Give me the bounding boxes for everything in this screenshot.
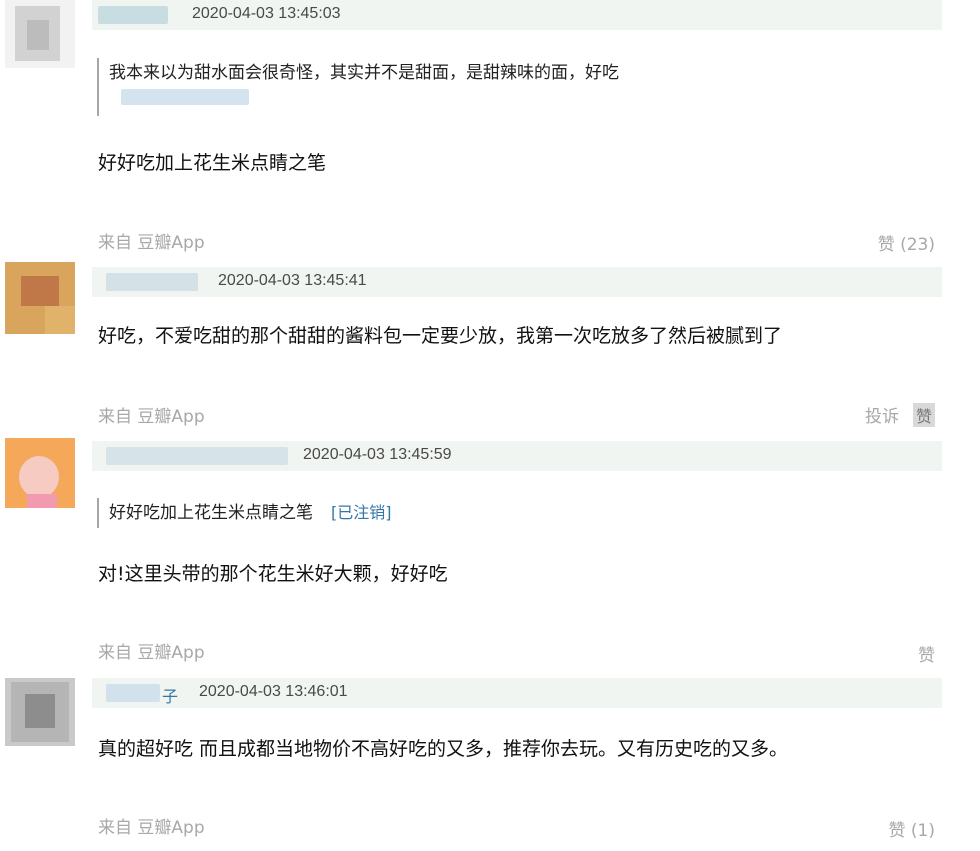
report-link[interactable]: 投诉 — [865, 407, 899, 427]
comment-header: 2020-04-03 13:45:59 — [92, 441, 942, 471]
comment-item: 2020-04-03 13:45:59 好好吃加上花生米点睛之笔 [已注销] 对!… — [0, 438, 980, 678]
username[interactable] — [106, 684, 160, 702]
comment-actions: 投诉赞 — [865, 402, 935, 427]
vote-button[interactable]: 赞 — [912, 403, 935, 427]
comment-text: 好吃，不爱吃甜的那个甜甜的酱料包一定要少放，我第一次吃放多了然后被腻到了 — [98, 325, 783, 347]
username[interactable] — [106, 273, 198, 291]
comment-timestamp: 2020-04-03 13:45:03 — [192, 5, 341, 22]
comment-source: 来自 豆瓣App — [98, 407, 205, 427]
comment-source: 来自 豆瓣App — [98, 818, 205, 838]
comment-item: 2020-04-03 13:45:41 好吃，不爱吃甜的那个甜甜的酱料包一定要少… — [0, 262, 980, 438]
comment-timestamp: 2020-04-03 13:45:41 — [218, 272, 367, 289]
avatar[interactable] — [5, 262, 75, 334]
comment-source: 来自 豆瓣App — [98, 233, 205, 253]
comment-text: 好好吃加上花生米点睛之笔 — [98, 152, 327, 174]
quote-text: 我本来以为甜水面会很奇怪，其实并不是甜面，是甜辣味的面，好吃 — [109, 63, 619, 83]
quoted-reply: 好好吃加上花生米点睛之笔 [已注销] — [97, 498, 392, 528]
comment-item: 子 2020-04-03 13:46:01 真的超好吃 而且成都当地物价不高好吃… — [0, 678, 980, 851]
comment-timestamp: 2020-04-03 13:45:59 — [303, 446, 452, 463]
quote-author[interactable]: [已注销] — [331, 503, 392, 522]
comment-text: 对!这里头带的那个花生米好大颗，好好吃 — [98, 563, 448, 585]
comment-source: 来自 豆瓣App — [98, 643, 205, 663]
avatar[interactable] — [5, 438, 75, 508]
quote-text: 好好吃加上花生米点睛之笔 — [109, 503, 313, 523]
username[interactable] — [106, 447, 288, 465]
comment-item: 2020-04-03 13:45:03 我本来以为甜水面会很奇怪，其实并不是甜面… — [0, 0, 980, 262]
avatar[interactable] — [5, 678, 75, 746]
vote-button[interactable]: 赞 — [918, 641, 935, 666]
comment-header: 2020-04-03 13:45:41 — [92, 267, 942, 297]
quote-author[interactable] — [121, 89, 249, 105]
comment-header: 2020-04-03 13:45:03 — [92, 0, 942, 30]
username[interactable] — [98, 6, 168, 24]
vote-button[interactable]: 赞 (23) — [878, 230, 935, 255]
username-fragment[interactable]: 子 — [162, 683, 178, 707]
comment-timestamp: 2020-04-03 13:46:01 — [199, 683, 348, 700]
vote-button[interactable]: 赞 (1) — [889, 816, 935, 841]
avatar[interactable] — [5, 0, 75, 68]
quoted-reply: 我本来以为甜水面会很奇怪，其实并不是甜面，是甜辣味的面，好吃 — [97, 58, 619, 116]
comment-text: 真的超好吃 而且成都当地物价不高好吃的又多，推荐你去玩。又有历史吃的又多。 — [98, 738, 789, 760]
comment-header: 子 2020-04-03 13:46:01 — [92, 678, 942, 708]
